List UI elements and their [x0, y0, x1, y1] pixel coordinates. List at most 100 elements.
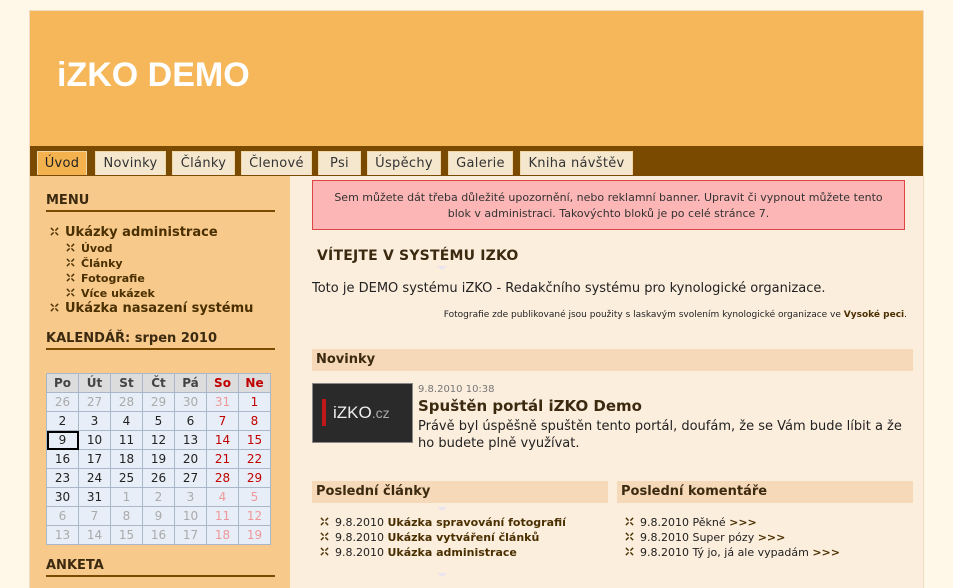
calendar-day[interactable]: 10: [78, 430, 111, 450]
news-thumbnail[interactable]: iZKO.cz: [312, 383, 413, 443]
tab-uvod[interactable]: Úvod: [37, 151, 87, 175]
calendar-day[interactable]: 19: [238, 525, 271, 545]
calendar-day[interactable]: 12: [238, 506, 271, 526]
article-item[interactable]: 9.8.2010 Ukázka spravování fotografií: [320, 516, 566, 529]
calendar-day[interactable]: 6: [46, 506, 79, 526]
article-title[interactable]: Ukázka vytváření článků: [387, 531, 539, 544]
calendar-day[interactable]: 24: [78, 468, 111, 488]
calendar-day[interactable]: 4: [110, 411, 143, 431]
calendar-day[interactable]: 7: [206, 411, 239, 431]
calendar-day[interactable]: 14: [78, 525, 111, 545]
submenu-item-fotografie[interactable]: Fotografie: [66, 272, 145, 285]
sidebar: MENU Ukázky administrace Úvod Články Fot…: [30, 176, 290, 588]
tab-clanky[interactable]: Články: [172, 151, 235, 175]
submenu-item-clanky[interactable]: Články: [66, 257, 123, 270]
calendar-day[interactable]: 9: [142, 506, 175, 526]
submenu-item-vice-ukazek[interactable]: Více ukázek: [66, 287, 155, 300]
calendar-day[interactable]: 10: [174, 506, 207, 526]
calendar-day[interactable]: 20: [174, 449, 207, 469]
calendar-day[interactable]: 30: [174, 392, 207, 412]
calendar-day[interactable]: 25: [110, 468, 143, 488]
calendar-weekday: So: [206, 373, 239, 393]
comment-item[interactable]: 9.8.2010 Tý jo, já ale vypadám >>>: [625, 546, 840, 559]
calendar-day[interactable]: 11: [110, 430, 143, 450]
article-title[interactable]: Ukázka spravování fotografií: [387, 516, 565, 529]
comment-more-link[interactable]: >>>: [758, 531, 786, 544]
news-title-link[interactable]: Spuštěn portál iZKO Demo: [418, 397, 642, 415]
tab-novinky[interactable]: Novinky: [95, 151, 166, 175]
calendar-day[interactable]: 9: [46, 430, 79, 450]
calendar-day[interactable]: 28: [206, 468, 239, 488]
calendar-day[interactable]: 3: [174, 487, 207, 507]
calendar-day[interactable]: 27: [174, 468, 207, 488]
calendar-day[interactable]: 31: [78, 487, 111, 507]
calendar-day[interactable]: 17: [78, 449, 111, 469]
comment-item[interactable]: 9.8.2010 Super pózy >>>: [625, 531, 785, 544]
calendar-day[interactable]: 4: [206, 487, 239, 507]
calendar-day[interactable]: 1: [110, 487, 143, 507]
tab-psi[interactable]: Psi: [318, 151, 361, 175]
credit-link[interactable]: Vysoké peci: [844, 310, 904, 320]
comment-more-link[interactable]: >>>: [812, 546, 840, 559]
calendar-day[interactable]: 12: [142, 430, 175, 450]
calendar-day[interactable]: 5: [142, 411, 175, 431]
calendar-week-row: 26 27 28 29 30 31 1: [46, 392, 271, 412]
calendar-day[interactable]: 30: [46, 487, 79, 507]
calendar-day[interactable]: 6: [174, 411, 207, 431]
calendar-week-row: 23 24 25 26 27 28 29: [46, 468, 271, 488]
calendar-day[interactable]: 16: [142, 525, 175, 545]
calendar-day[interactable]: 2: [142, 487, 175, 507]
calendar-day[interactable]: 5: [238, 487, 271, 507]
calendar-day[interactable]: 18: [110, 449, 143, 469]
menu-heading: MENU: [46, 193, 275, 212]
calendar-day[interactable]: 2: [46, 411, 79, 431]
calendar-day[interactable]: 8: [110, 506, 143, 526]
calendar-day[interactable]: 13: [46, 525, 79, 545]
calendar-day[interactable]: 31: [206, 392, 239, 412]
comment-more-link[interactable]: >>>: [729, 516, 757, 529]
menu-item-ukazka-nasazeni[interactable]: Ukázka nasazení systému: [50, 301, 253, 316]
calendar-day[interactable]: 21: [206, 449, 239, 469]
tab-kniha-navstev[interactable]: Kniha návštěv: [520, 151, 633, 175]
calendar-day[interactable]: 7: [78, 506, 111, 526]
bullet-icon: [320, 517, 329, 526]
calendar-day[interactable]: 3: [78, 411, 111, 431]
tab-uspechy[interactable]: Úspěchy: [367, 151, 441, 175]
calendar-day[interactable]: 29: [142, 392, 175, 412]
main-content: Sem můžete dát třeba důležité upozornění…: [290, 176, 923, 588]
calendar-day[interactable]: 26: [46, 392, 79, 412]
calendar-day[interactable]: 1: [238, 392, 271, 412]
calendar-day[interactable]: 17: [174, 525, 207, 545]
menu-item-ukazky-administrace[interactable]: Ukázky administrace: [50, 225, 218, 240]
comment-text: 9.8.2010 Super pózy: [640, 531, 755, 544]
calendar-day[interactable]: 18: [206, 525, 239, 545]
comment-item[interactable]: 9.8.2010 Pěkné >>>: [625, 516, 757, 529]
calendar-day[interactable]: 28: [110, 392, 143, 412]
article-item[interactable]: 9.8.2010 Ukázka vytváření článků: [320, 531, 539, 544]
article-title[interactable]: Ukázka administrace: [387, 546, 516, 559]
calendar-day[interactable]: 29: [238, 468, 271, 488]
notice-banner: Sem můžete dát třeba důležité upozornění…: [312, 180, 905, 230]
calendar-week-row: 30 31 1 2 3 4 5: [46, 487, 271, 507]
calendar-day[interactable]: 15: [110, 525, 143, 545]
bullet-icon: [66, 273, 75, 282]
site-title[interactable]: iZKO DEMO: [57, 56, 250, 95]
calendar-day[interactable]: 15: [238, 430, 271, 450]
calendar-day[interactable]: 26: [142, 468, 175, 488]
comment-text: 9.8.2010 Pěkné: [640, 516, 726, 529]
calendar-day[interactable]: 23: [46, 468, 79, 488]
submenu-item-uvod[interactable]: Úvod: [66, 242, 113, 255]
calendar-day[interactable]: 27: [78, 392, 111, 412]
calendar-day[interactable]: 19: [142, 449, 175, 469]
calendar-day[interactable]: 14: [206, 430, 239, 450]
calendar-day[interactable]: 13: [174, 430, 207, 450]
tab-galerie[interactable]: Galerie: [448, 151, 513, 175]
calendar-day[interactable]: 8: [238, 411, 271, 431]
calendar-day[interactable]: 11: [206, 506, 239, 526]
tab-clenove[interactable]: Členové: [241, 151, 312, 175]
article-item[interactable]: 9.8.2010 Ukázka administrace: [320, 546, 517, 559]
calendar-day[interactable]: 22: [238, 449, 271, 469]
calendar-day[interactable]: 16: [46, 449, 79, 469]
comment-text: 9.8.2010 Tý jo, já ale vypadám: [640, 546, 809, 559]
photo-credit: Fotografie zde publikované jsou použity …: [444, 310, 907, 320]
